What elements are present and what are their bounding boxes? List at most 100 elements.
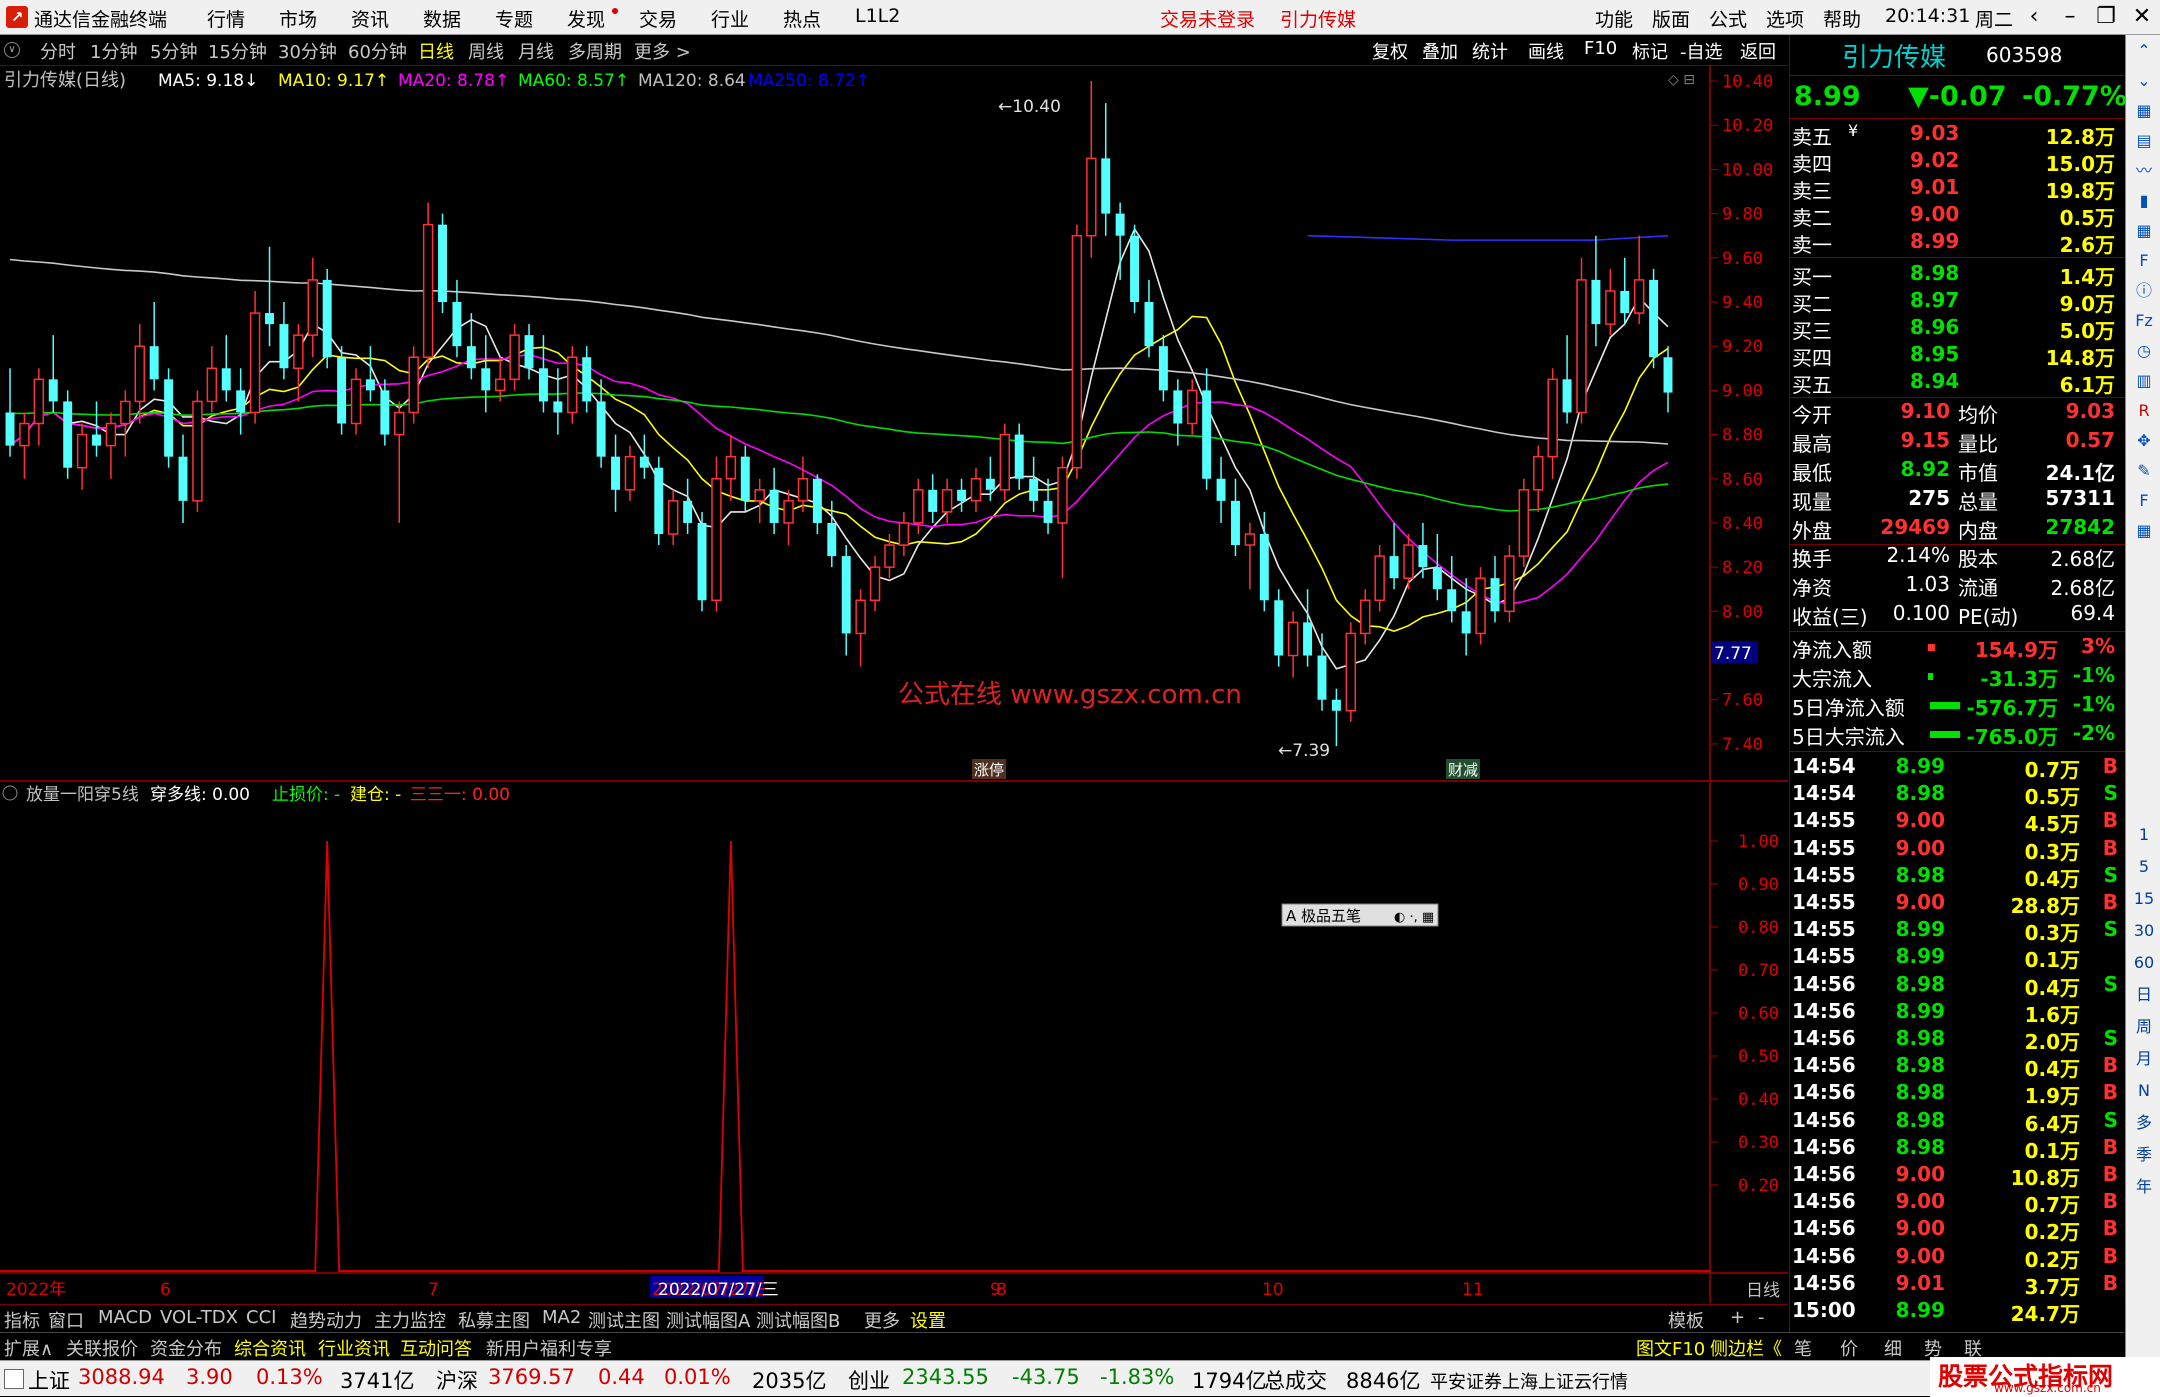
indicator-tab-4[interactable]: CCI <box>246 1307 276 1328</box>
sidebar-period-9[interactable]: 多 <box>2132 1111 2156 1135</box>
menu-banmian[interactable]: 版面 <box>1652 5 1690 32</box>
move-icon[interactable]: ✥ <box>2132 429 2156 453</box>
period-monthly[interactable]: 月线 <box>518 38 554 64</box>
calc-icon[interactable]: ▦ <box>2132 519 2156 543</box>
clock-icon[interactable]: ◷ <box>2132 339 2156 363</box>
tool-zixuan[interactable]: -自选 <box>1680 38 1723 64</box>
back-icon[interactable]: ‹ <box>2016 3 2052 31</box>
menu-gongshi[interactable]: 公式 <box>1709 5 1747 32</box>
sidebar-period-1[interactable]: 5 <box>2132 855 2156 879</box>
chart-icon[interactable]: ▦ <box>2132 99 2156 123</box>
tool-f10[interactable]: F10 <box>1584 38 1617 59</box>
rsi-icon[interactable]: R <box>2132 399 2156 423</box>
period-multi[interactable]: 多周期 <box>568 38 622 64</box>
period-15min[interactable]: 15分钟 <box>208 38 267 64</box>
sidebar-period-6[interactable]: 周 <box>2132 1015 2156 1039</box>
indicator-tab-2[interactable]: MACD <box>98 1307 152 1328</box>
sidebar-period-2[interactable]: 15 <box>2132 887 2156 911</box>
side-tab-0[interactable]: 图文F10 <box>1636 1335 1705 1361</box>
indicator-tab-1[interactable]: 窗口 <box>48 1307 84 1333</box>
menu-gongneng[interactable]: 功能 <box>1595 5 1633 32</box>
side-tab-3[interactable]: 价 <box>1840 1335 1858 1361</box>
menu-zixun[interactable]: 资讯 <box>351 5 389 32</box>
indicator-tab-15[interactable]: + <box>1730 1307 1745 1328</box>
ime-tools-icon[interactable]: ◐ ·, ▦ <box>1394 910 1434 925</box>
menu-hangqing[interactable]: 行情 <box>207 5 245 32</box>
period-60min[interactable]: 60分钟 <box>348 38 407 64</box>
f-icon[interactable]: F <box>2132 489 2156 513</box>
grid-icon[interactable]: ▦ <box>2132 219 2156 243</box>
sub-collapse-icon[interactable] <box>2 785 18 801</box>
trade-login-status[interactable]: 交易未登录 <box>1160 5 1255 32</box>
side-tab-2[interactable]: 笔 <box>1794 1335 1812 1361</box>
menu-bangzhu[interactable]: 帮助 <box>1823 5 1861 32</box>
period-5min[interactable]: 5分钟 <box>150 38 197 64</box>
side-tab-1[interactable]: 侧边栏《 <box>1710 1335 1782 1361</box>
menu-faxian[interactable]: 发现 <box>567 5 605 32</box>
info-tab-5[interactable]: 互动问答 <box>400 1335 472 1361</box>
sidebar-period-10[interactable]: 季 <box>2132 1143 2156 1167</box>
sidebar-period-0[interactable]: 1 <box>2132 823 2156 847</box>
info-tab-4[interactable]: 行业资讯 <box>318 1335 390 1361</box>
sidebar-period-11[interactable]: 年 <box>2132 1175 2156 1199</box>
menu-l1l2[interactable]: L1L2 <box>855 5 900 27</box>
indicator-tab-0[interactable]: 指标 <box>4 1307 40 1333</box>
info-tab-0[interactable]: 扩展∧ <box>4 1335 53 1361</box>
line-icon[interactable]: 〰 <box>2132 159 2156 183</box>
kline-chart[interactable]: 10.40 10.20 10.00 9.80 9.60 9.40 9.20 9.00 8.80 8… <box>0 66 1788 1303</box>
cy-label[interactable]: 创业 <box>848 1365 890 1395</box>
sidebar-period-3[interactable]: 30 <box>2132 919 2156 943</box>
close-icon[interactable]: ✕ <box>2124 3 2160 31</box>
indicator-tab-3[interactable]: VOL-TDX <box>160 1307 238 1328</box>
menu-shichang[interactable]: 市场 <box>279 5 317 32</box>
info-tab-1[interactable]: 关联报价 <box>66 1335 138 1361</box>
indicator-tab-12[interactable]: 更多 <box>864 1307 900 1333</box>
period-more[interactable]: 更多 > <box>634 38 691 64</box>
layout-toggle-icon[interactable]: ◇ ⊟ <box>1668 72 1695 88</box>
period-fenshi[interactable]: 分时 <box>40 38 76 64</box>
indicator-tab-14[interactable]: 模板 <box>1668 1307 1704 1333</box>
sidebar-period-4[interactable]: 60 <box>2132 951 2156 975</box>
minimize-icon[interactable]: – <box>2052 3 2088 31</box>
indicator-tab-10[interactable]: 测试幅图A <box>666 1307 750 1333</box>
tool-fanhui[interactable]: 返回 <box>1740 38 1776 64</box>
indicator-tab-7[interactable]: 私募主图 <box>458 1307 530 1333</box>
indicator-tab-9[interactable]: 测试主图 <box>588 1307 660 1333</box>
period-weekly[interactable]: 周线 <box>468 38 504 64</box>
tool-huaxian[interactable]: 画线 <box>1528 38 1564 64</box>
indicator-tab-6[interactable]: 主力监控 <box>374 1307 446 1333</box>
tool-diejia[interactable]: 叠加 <box>1422 38 1458 64</box>
info-tab-3[interactable]: 综合资讯 <box>234 1335 306 1361</box>
indicator-tab-16[interactable]: - <box>1758 1307 1765 1328</box>
indicator-tab-5[interactable]: 趋势动力 <box>290 1307 362 1333</box>
period-daily[interactable]: 日线 <box>418 38 454 64</box>
tool-fuquan[interactable]: 复权 <box>1372 38 1408 64</box>
indicator-tab-13[interactable]: 设置 <box>910 1307 946 1333</box>
restore-icon[interactable]: ❐ <box>2088 3 2124 31</box>
sidebar-period-7[interactable]: 月 <box>2132 1047 2156 1071</box>
indicator-tab-8[interactable]: MA2 <box>542 1307 581 1328</box>
fz-icon[interactable]: Fz <box>2132 309 2156 333</box>
sh-label[interactable]: 上证 <box>28 1365 70 1395</box>
period-30min[interactable]: 30分钟 <box>278 38 337 64</box>
down-arrow-icon[interactable]: ⌄ <box>2132 69 2156 93</box>
info-tab-6[interactable]: 新用户福利专享 <box>486 1335 612 1361</box>
candle-icon[interactable]: ▮ <box>2132 189 2156 213</box>
indicator-tab-11[interactable]: 测试幅图B <box>756 1307 840 1333</box>
info-icon[interactable]: ⓘ <box>2132 279 2156 303</box>
menu-xuanxiang[interactable]: 选项 <box>1766 5 1804 32</box>
pen-icon[interactable]: ✎ <box>2132 459 2156 483</box>
menu-zhuanti[interactable]: 专题 <box>495 5 533 32</box>
hs-label[interactable]: 沪深 <box>436 1365 478 1395</box>
vol-icon[interactable]: ▥ <box>2132 369 2156 393</box>
menu-shuju[interactable]: 数据 <box>423 5 461 32</box>
tool-tongji[interactable]: 统计 <box>1472 38 1508 64</box>
tool-biaoji[interactable]: 标记 <box>1632 38 1668 64</box>
f10-icon[interactable]: F <box>2132 249 2156 273</box>
menu-jiaoyi[interactable]: 交易 <box>639 5 677 32</box>
period-1min[interactable]: 1分钟 <box>90 38 137 64</box>
side-tab-4[interactable]: 细 <box>1884 1335 1902 1361</box>
status-toggle-icon[interactable] <box>4 1369 24 1389</box>
info-tab-2[interactable]: 资金分布 <box>150 1335 222 1361</box>
sidebar-period-5[interactable]: 日 <box>2132 983 2156 1007</box>
